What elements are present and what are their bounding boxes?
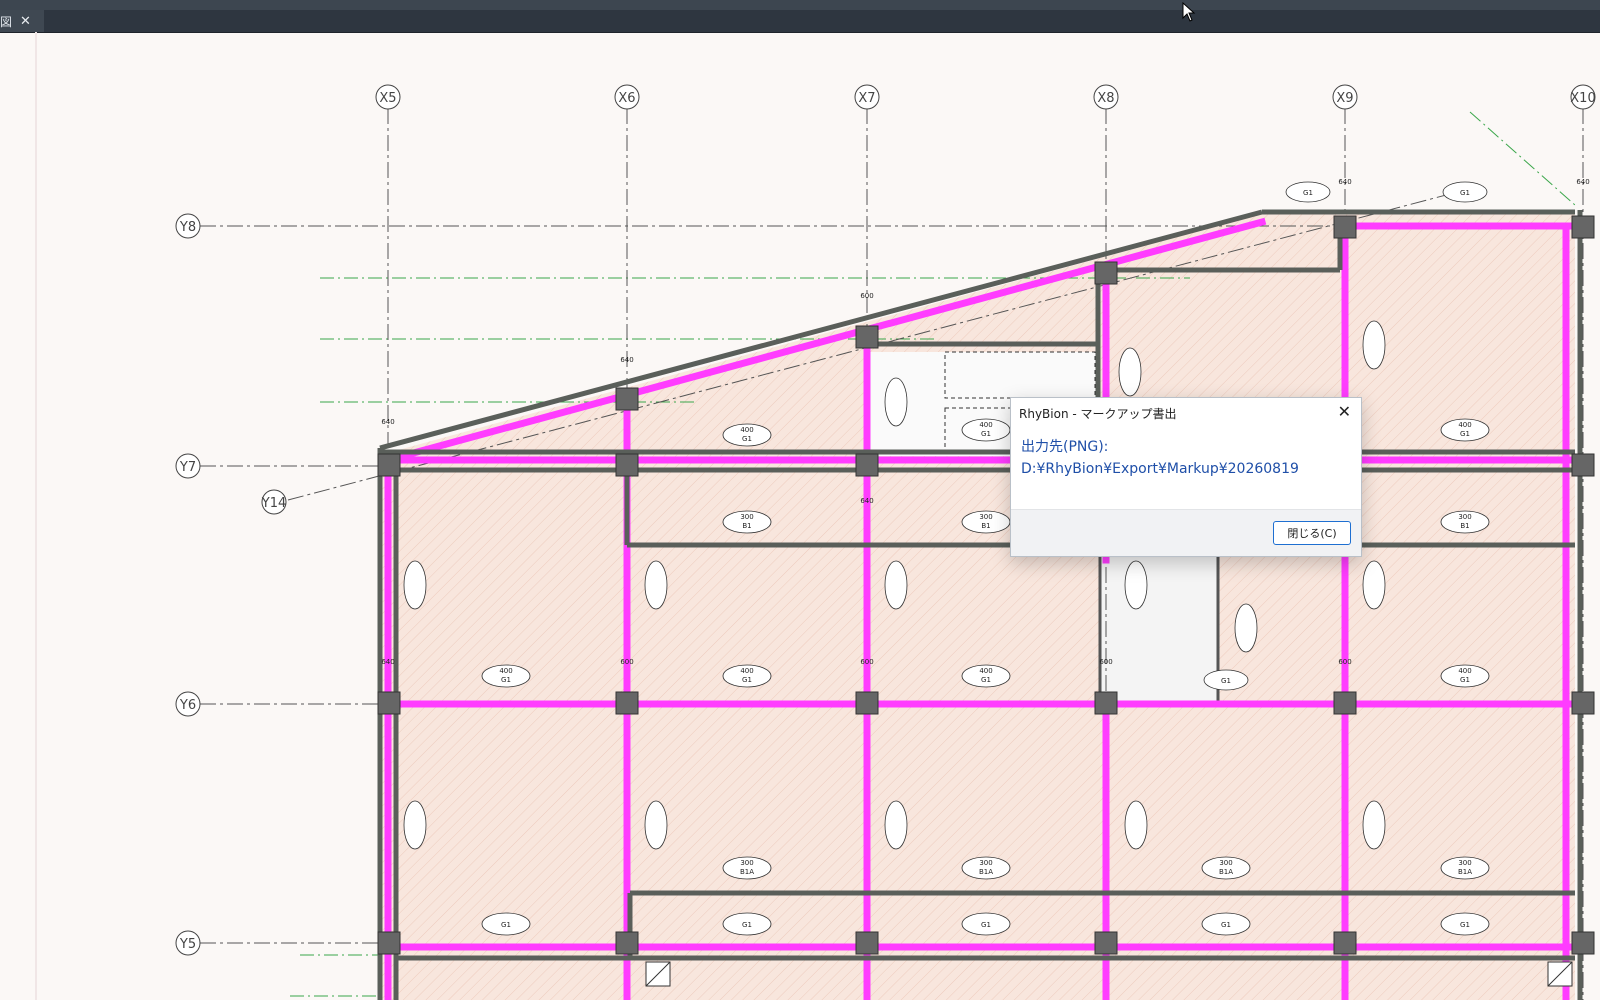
tab-bar: 図 ✕ bbox=[0, 10, 1600, 33]
slab-area bbox=[380, 213, 1575, 1000]
close-button[interactable]: 閉じる(C) bbox=[1273, 521, 1351, 545]
svg-text:400: 400 bbox=[1458, 667, 1471, 675]
svg-text:G1: G1 bbox=[501, 676, 511, 684]
export-dialog: RhyBion - マークアップ書出 ✕ 出力先(PNG): D:¥RhyBio… bbox=[1010, 397, 1362, 557]
grid-bubble-y14: Y14 bbox=[261, 489, 287, 515]
svg-text:300: 300 bbox=[740, 859, 753, 867]
svg-text:G1: G1 bbox=[1303, 189, 1313, 197]
svg-text:400: 400 bbox=[740, 426, 753, 434]
dialog-body: 出力先(PNG): D:¥RhyBion¥Export¥Markup¥20260… bbox=[1011, 428, 1361, 488]
svg-text:600: 600 bbox=[860, 292, 873, 300]
svg-text:G1: G1 bbox=[1460, 189, 1470, 197]
grid-bubble-x5: X5 bbox=[375, 84, 401, 110]
svg-text:G1: G1 bbox=[1460, 430, 1470, 438]
dialog-close-icon[interactable]: ✕ bbox=[1338, 402, 1351, 421]
grid-bubble-y8: Y8 bbox=[175, 213, 201, 239]
svg-text:G1: G1 bbox=[981, 676, 991, 684]
svg-text:640: 640 bbox=[860, 497, 873, 505]
tab-label: 図 bbox=[0, 14, 13, 29]
output-path: D:¥RhyBion¥Export¥Markup¥20260819 bbox=[1021, 461, 1299, 477]
svg-text:G1: G1 bbox=[742, 921, 752, 929]
svg-text:400: 400 bbox=[979, 667, 992, 675]
svg-text:600: 600 bbox=[860, 658, 873, 666]
svg-text:300: 300 bbox=[979, 859, 992, 867]
svg-text:300: 300 bbox=[1458, 859, 1471, 867]
svg-text:G1: G1 bbox=[981, 921, 991, 929]
grid-bubble-x6: X6 bbox=[614, 84, 640, 110]
svg-text:640: 640 bbox=[1338, 178, 1351, 186]
grid-bubble-x9: X9 bbox=[1332, 84, 1358, 110]
tab-drawing[interactable]: 図 ✕ bbox=[0, 10, 44, 32]
svg-text:X5: X5 bbox=[379, 91, 396, 106]
tab-close-icon[interactable]: ✕ bbox=[20, 14, 31, 29]
svg-text:300: 300 bbox=[1458, 513, 1471, 521]
svg-text:G1: G1 bbox=[742, 676, 752, 684]
svg-text:400: 400 bbox=[740, 667, 753, 675]
svg-text:X8: X8 bbox=[1097, 91, 1114, 106]
svg-text:G1: G1 bbox=[1460, 676, 1470, 684]
svg-text:400: 400 bbox=[979, 421, 992, 429]
svg-text:300: 300 bbox=[979, 513, 992, 521]
void-stair bbox=[1098, 548, 1220, 704]
svg-text:G1: G1 bbox=[981, 430, 991, 438]
svg-text:B1: B1 bbox=[1460, 522, 1469, 530]
svg-text:640: 640 bbox=[381, 658, 394, 666]
svg-text:B1A: B1A bbox=[1458, 868, 1472, 876]
svg-text:X7: X7 bbox=[858, 91, 875, 106]
grid-bubble-y5: Y5 bbox=[175, 930, 201, 956]
svg-text:B1A: B1A bbox=[1219, 868, 1233, 876]
svg-text:B1: B1 bbox=[742, 522, 751, 530]
svg-text:G1: G1 bbox=[1460, 921, 1470, 929]
dialog-title: RhyBion - マークアップ書出 bbox=[1019, 406, 1177, 421]
svg-text:600: 600 bbox=[1099, 658, 1112, 666]
svg-text:Y6: Y6 bbox=[179, 698, 196, 713]
grid-bubble-y6: Y6 bbox=[175, 691, 201, 717]
svg-text:B1A: B1A bbox=[740, 868, 754, 876]
svg-text:300: 300 bbox=[1219, 859, 1232, 867]
svg-text:B1: B1 bbox=[981, 522, 990, 530]
grid-bubble-x10: X10 bbox=[1570, 84, 1596, 110]
grid-bubble-x8: X8 bbox=[1093, 84, 1119, 110]
svg-text:X9: X9 bbox=[1336, 91, 1353, 106]
mouse-cursor-icon bbox=[1182, 2, 1196, 22]
svg-text:400: 400 bbox=[1458, 421, 1471, 429]
svg-text:X6: X6 bbox=[618, 91, 635, 106]
svg-text:Y14: Y14 bbox=[261, 496, 286, 511]
svg-text:Y7: Y7 bbox=[179, 460, 196, 475]
svg-text:G1: G1 bbox=[501, 921, 511, 929]
svg-text:400: 400 bbox=[499, 667, 512, 675]
output-label: 出力先(PNG): bbox=[1021, 439, 1109, 455]
svg-text:Y5: Y5 bbox=[179, 937, 196, 952]
svg-text:600: 600 bbox=[620, 658, 633, 666]
svg-text:Y8: Y8 bbox=[179, 220, 196, 235]
svg-text:640: 640 bbox=[381, 418, 394, 426]
svg-text:640: 640 bbox=[1576, 178, 1589, 186]
svg-text:600: 600 bbox=[1338, 658, 1351, 666]
grid-bubble-x7: X7 bbox=[854, 84, 880, 110]
grid-bubble-y7: Y7 bbox=[175, 453, 201, 479]
svg-text:G1: G1 bbox=[1221, 921, 1231, 929]
dialog-footer: 閉じる(C) bbox=[1011, 509, 1361, 556]
svg-text:G1: G1 bbox=[1221, 677, 1231, 685]
svg-text:G1: G1 bbox=[742, 435, 752, 443]
title-bar bbox=[0, 0, 1600, 10]
svg-text:X10: X10 bbox=[1570, 91, 1595, 106]
svg-text:640: 640 bbox=[620, 356, 633, 364]
svg-text:300: 300 bbox=[740, 513, 753, 521]
svg-text:B1A: B1A bbox=[979, 868, 993, 876]
